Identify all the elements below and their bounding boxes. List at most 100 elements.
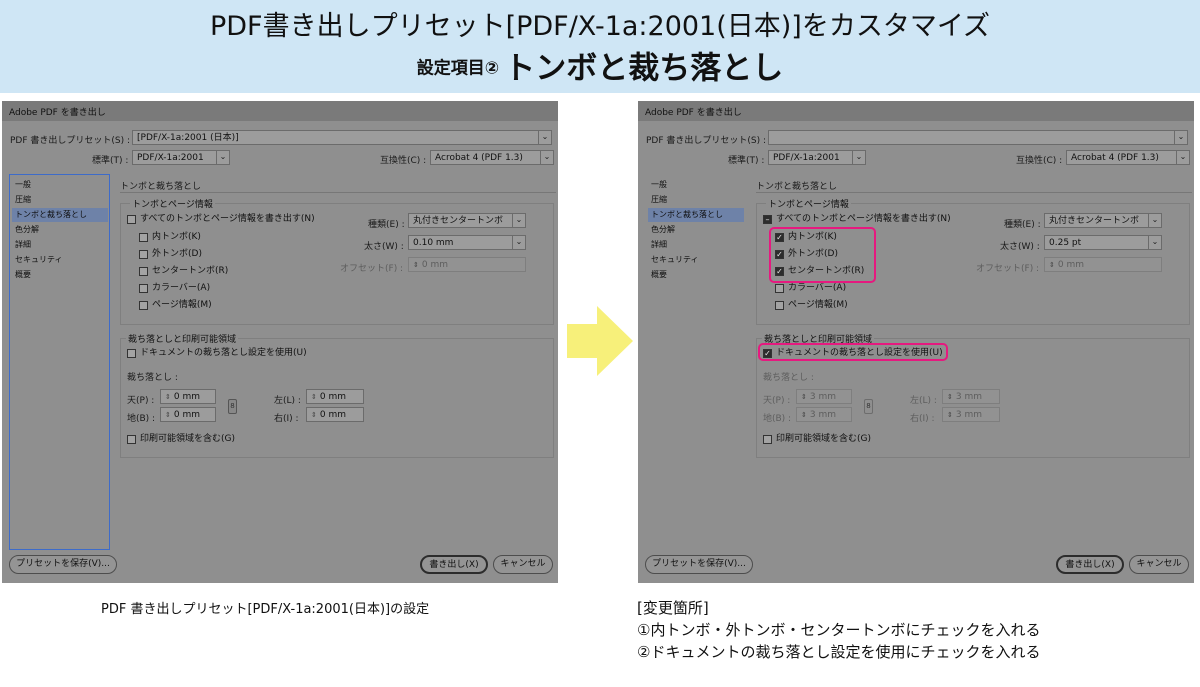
right-label: 右(I) :	[910, 414, 935, 424]
page-info-label: ページ情報(M)	[152, 300, 212, 310]
export-dialog-before: Adobe PDF を書き出し PDF 書き出しプリセット(S) : [PDF/…	[2, 101, 558, 583]
bleed-left-input[interactable]: ⇕ 3 mm	[942, 389, 1000, 404]
sidebar-item-security[interactable]: セキュリティ	[648, 253, 744, 267]
crop-marks-checkbox[interactable]	[139, 233, 148, 242]
preset-label: PDF 書き出しプリセット(S) :	[10, 136, 131, 146]
crop-marks-label: 内トンボ(K)	[152, 232, 201, 242]
chain-link-icon[interactable]: 8	[228, 399, 237, 414]
chevron-down-icon: ⌄	[512, 214, 525, 227]
sidebar-item-output[interactable]: 色分解	[648, 223, 744, 237]
color-bars-checkbox[interactable]	[139, 284, 148, 293]
window-title: Adobe PDF を書き出し	[2, 101, 558, 121]
all-marks-label: すべてのトンボとページ情報を書き出す(N)	[140, 214, 315, 224]
note-item-1: ①内トンボ・外トンボ・センタートンボにチェックを入れる	[637, 621, 1041, 639]
chain-link-icon[interactable]: 8	[864, 399, 873, 414]
save-preset-button[interactable]: プリセットを保存(V)...	[645, 555, 753, 574]
use-doc-bleed-checkbox[interactable]	[127, 349, 136, 358]
standard-select[interactable]: PDF/X-1a:2001 ⌄	[132, 150, 230, 165]
sidebar-item-summary[interactable]: 概要	[12, 268, 108, 282]
standard-label: 標準(T) :	[92, 156, 129, 166]
color-bars-label: カラーバー(A)	[788, 283, 847, 293]
save-preset-button[interactable]: プリセットを保存(V)...	[9, 555, 117, 574]
sidebar-item-compression[interactable]: 圧縮	[648, 193, 744, 207]
include-slug-checkbox[interactable]	[763, 435, 772, 444]
standard-select[interactable]: PDF/X-1a:2001 ⌄	[768, 150, 866, 165]
offset-input[interactable]: ⇕ 0 mm	[1044, 257, 1162, 272]
export-dialog-after: Adobe PDF を書き出し PDF 書き出しプリセット(S) : ⌄ 標準(…	[638, 101, 1194, 583]
bleed-bottom-input[interactable]: ⇕ 3 mm	[796, 407, 852, 422]
change-notes: [変更箇所] ①内トンボ・外トンボ・センタートンボにチェックを入れる ②ドキュメ…	[637, 597, 1040, 663]
all-marks-label: すべてのトンボとページ情報を書き出す(N)	[776, 214, 951, 224]
banner-subtitle: 設定項目② トンボと裁ち落とし	[0, 48, 1200, 89]
bleed-top-input[interactable]: ⇕ 0 mm	[160, 389, 216, 404]
bottom-label: 地(B) :	[763, 414, 792, 424]
bleed-marks-checkbox[interactable]	[139, 250, 148, 259]
bleed-label: 裁ち落とし :	[127, 373, 178, 383]
weight-select[interactable]: 0.25 pt ⌄	[1044, 235, 1162, 250]
preset-label: PDF 書き出しプリセット(S) :	[646, 136, 767, 146]
compat-label: 互換性(C) :	[1016, 156, 1063, 166]
sidebar-item-general[interactable]: 一般	[648, 178, 744, 192]
weight-select[interactable]: 0.10 mm ⌄	[408, 235, 526, 250]
page-info-checkbox[interactable]	[139, 301, 148, 310]
chevron-down-icon: ⌄	[1148, 214, 1161, 227]
stepper-icon: ⇕	[165, 411, 171, 419]
sidebar-item-marks-bleeds[interactable]: トンボと裁ち落とし	[12, 208, 108, 222]
standard-label: 標準(T) :	[728, 156, 765, 166]
bleed-bottom-input[interactable]: ⇕ 0 mm	[160, 407, 216, 422]
sidebar-item-summary[interactable]: 概要	[648, 268, 744, 282]
bleed-top-input[interactable]: ⇕ 3 mm	[796, 389, 852, 404]
sidebar-item-marks-bleeds[interactable]: トンボと裁ち落とし	[648, 208, 744, 222]
export-button[interactable]: 書き出し(X)	[420, 555, 488, 574]
page-info-checkbox[interactable]	[775, 301, 784, 310]
all-marks-checkbox[interactable]	[127, 215, 136, 224]
preset-select[interactable]: ⌄	[768, 130, 1188, 145]
type-label: 種類(E) :	[1004, 220, 1041, 230]
banner-subtitle-main: トンボと裁ち落とし	[504, 50, 784, 87]
sidebar-item-general[interactable]: 一般	[12, 178, 108, 192]
window-title: Adobe PDF を書き出し	[638, 101, 1194, 121]
left-caption: PDF 書き出しプリセット[PDF/X-1a:2001(日本)]の設定	[101, 602, 430, 617]
sidebar-item-advanced[interactable]: 詳細	[12, 238, 108, 252]
section-divider	[120, 192, 556, 193]
compat-select[interactable]: Acrobat 4 (PDF 1.3) ⌄	[430, 150, 554, 165]
compat-select[interactable]: Acrobat 4 (PDF 1.3) ⌄	[1066, 150, 1190, 165]
compat-label: 互換性(C) :	[380, 156, 427, 166]
type-select[interactable]: 丸付きセンタートンボ ⌄	[1044, 213, 1162, 228]
color-bars-checkbox[interactable]	[775, 284, 784, 293]
type-select[interactable]: 丸付きセンタートンボ ⌄	[408, 213, 526, 228]
color-bars-label: カラーバー(A)	[152, 283, 211, 293]
cancel-button[interactable]: キャンセル	[1129, 555, 1189, 574]
sidebar-item-security[interactable]: セキュリティ	[12, 253, 108, 267]
export-button[interactable]: 書き出し(X)	[1056, 555, 1124, 574]
chevron-down-icon: ⌄	[538, 131, 551, 144]
bleed-group-label: 裁ち落としと印刷可能領域	[126, 332, 239, 345]
sidebar-item-advanced[interactable]: 詳細	[648, 238, 744, 252]
stepper-icon: ⇕	[311, 393, 317, 401]
chevron-down-icon: ⌄	[216, 151, 229, 164]
sidebar-item-output[interactable]: 色分解	[12, 223, 108, 237]
bleed-left-input[interactable]: ⇕ 0 mm	[306, 389, 364, 404]
chevron-down-icon: ⌄	[1176, 151, 1189, 164]
offset-label: オフセット(F) :	[976, 264, 1040, 274]
include-slug-label: 印刷可能領域を含む(G)	[776, 434, 871, 444]
include-slug-checkbox[interactable]	[127, 435, 136, 444]
left-label: 左(L) :	[910, 396, 937, 406]
top-label: 天(P) :	[763, 396, 791, 406]
bleed-right-input[interactable]: ⇕ 3 mm	[942, 407, 1000, 422]
registration-marks-checkbox[interactable]	[139, 267, 148, 276]
sidebar-item-compression[interactable]: 圧縮	[12, 193, 108, 207]
all-marks-checkbox[interactable]: –	[763, 215, 772, 224]
bleed-right-input[interactable]: ⇕ 0 mm	[306, 407, 364, 422]
section-title: トンボと裁ち落とし	[120, 182, 202, 192]
cancel-button[interactable]: キャンセル	[493, 555, 553, 574]
weight-label: 太さ(W) :	[1000, 242, 1040, 252]
type-label: 種類(E) :	[368, 220, 405, 230]
chevron-down-icon: ⌄	[1148, 236, 1161, 249]
preset-select[interactable]: [PDF/X-1a:2001 (日本)] ⌄	[132, 130, 552, 145]
header-banner: PDF書き出しプリセット[PDF/X-1a:2001(日本)]をカスタマイズ 設…	[0, 0, 1200, 93]
offset-input[interactable]: ⇕ 0 mm	[408, 257, 526, 272]
chevron-down-icon: ⌄	[852, 151, 865, 164]
banner-title: PDF書き出しプリセット[PDF/X-1a:2001(日本)]をカスタマイズ	[209, 11, 991, 42]
section-divider	[756, 192, 1192, 193]
